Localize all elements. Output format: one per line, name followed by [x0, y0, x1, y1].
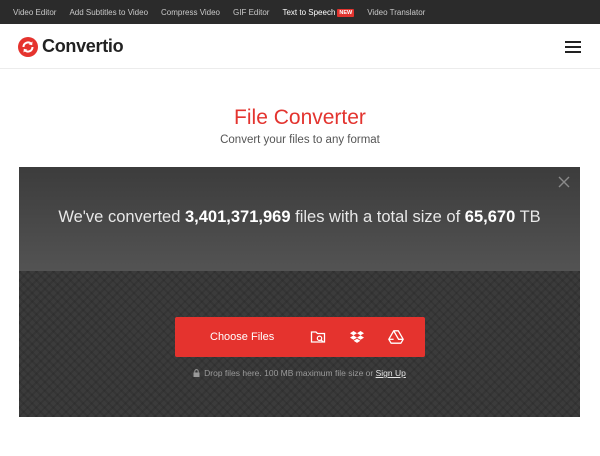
close-icon[interactable] — [557, 175, 571, 189]
stats-middle: files with a total size of — [295, 208, 461, 226]
total-size: 65,670 — [464, 208, 516, 226]
google-drive-icon[interactable] — [388, 329, 404, 345]
site-header: Convertio — [0, 24, 600, 69]
logo[interactable]: Convertio — [18, 36, 124, 57]
new-badge: NEW — [337, 8, 355, 17]
folder-search-icon[interactable] — [310, 329, 326, 345]
choose-files-button[interactable]: Choose Files — [175, 317, 425, 357]
page-subtitle: Convert your files to any format — [220, 134, 380, 146]
size-unit: TB — [519, 208, 541, 226]
sign-up-link[interactable]: Sign Up — [376, 368, 406, 378]
drop-files-note: Drop files here. 100 MB maximum file siz… — [19, 368, 580, 378]
nav-link-video-translator[interactable]: Video Translator — [367, 8, 425, 17]
choose-files-label[interactable]: Choose Files — [210, 317, 274, 357]
hamburger-menu-icon[interactable] — [565, 41, 581, 53]
nav-link-compress-video[interactable]: Compress Video — [161, 8, 220, 17]
converter-panel: We've converted 3,401,371,969 files with… — [19, 167, 580, 417]
nav-link-text-to-speech-label: Text to Speech — [282, 7, 336, 17]
stats-prefix: We've converted — [58, 208, 181, 226]
dropbox-icon[interactable] — [349, 329, 365, 345]
convertio-logo-icon — [18, 36, 38, 57]
lock-icon — [193, 369, 200, 377]
nav-link-add-subtitles[interactable]: Add Subtitles to Video — [69, 8, 148, 17]
conversion-stats: We've converted 3,401,371,969 files with… — [19, 208, 580, 227]
nav-link-video-editor[interactable]: Video Editor — [13, 8, 56, 17]
files-count: 3,401,371,969 — [185, 208, 291, 226]
page-title: File Converter — [234, 106, 366, 129]
nav-link-text-to-speech[interactable]: Text to Speech NEW — [282, 7, 355, 17]
top-nav-bar: Video Editor Add Subtitles to Video Comp… — [0, 0, 600, 24]
nav-link-gif-editor[interactable]: GIF Editor — [233, 8, 269, 17]
drop-note-text: Drop files here. 100 MB maximum file siz… — [204, 368, 374, 378]
logo-text: Convertio — [42, 36, 124, 56]
